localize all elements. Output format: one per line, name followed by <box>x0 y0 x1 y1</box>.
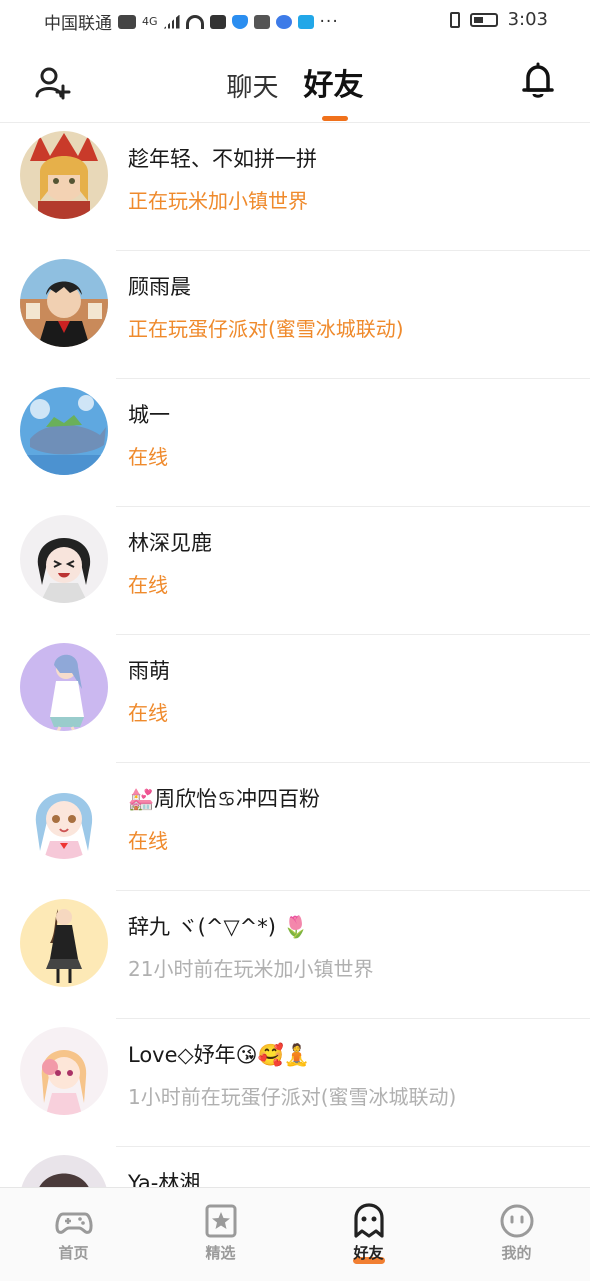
browser-icon <box>275 14 292 29</box>
friend-status: 正在玩米加小镇世界 <box>128 189 308 213</box>
friend-status: 21小时前在玩米加小镇世界 <box>128 957 374 981</box>
signal-icon <box>163 14 180 29</box>
bell-icon[interactable] <box>520 62 556 100</box>
friend-status: 在线 <box>128 701 168 725</box>
friend-name: 雨萌 <box>128 659 170 683</box>
clock: 3:03 <box>507 9 548 30</box>
friend-name: 辞九 ヾ(^▽^*) 🌷 <box>128 915 309 939</box>
more-icon: ··· <box>319 11 339 32</box>
friend-status: 在线 <box>128 573 168 597</box>
friend-row[interactable]: 趁年轻、不如拼一拼 正在玩米加小镇世界 <box>0 123 590 251</box>
tab-friends-label: 好友 <box>303 68 364 103</box>
face-icon <box>500 1204 533 1238</box>
nav-home-label: 首页 <box>58 1244 89 1262</box>
tab-friends[interactable]: 好友 <box>303 60 364 121</box>
network-label: 4G <box>142 15 158 28</box>
top-header: 聊天 好友 <box>0 40 590 123</box>
friend-name: 趁年轻、不如拼一拼 <box>128 147 317 171</box>
status-bar: 中国联通 4G ··· 3:03 <box>0 0 590 40</box>
friend-name: 城一 <box>128 403 170 427</box>
shield-icon <box>231 14 248 29</box>
nav-me[interactable]: 我的 <box>443 1188 590 1281</box>
header-tabs: 聊天 好友 <box>0 60 590 121</box>
tab-chat[interactable]: 聊天 <box>226 67 278 104</box>
gamepad-icon <box>54 1212 93 1234</box>
wifi-icon <box>185 14 204 29</box>
nav-featured[interactable]: 精选 <box>147 1188 294 1281</box>
vibrate-icon <box>449 11 460 28</box>
nav-me-label: 我的 <box>501 1244 532 1262</box>
avatar[interactable] <box>20 515 108 603</box>
friend-row[interactable]: 林深见鹿 在线 <box>0 507 590 635</box>
battery-icon <box>469 12 498 27</box>
avatar[interactable] <box>20 1155 108 1187</box>
friend-name: Love◇妤年😘🥰🧘 <box>128 1043 310 1067</box>
search-app-icon <box>297 14 314 29</box>
friend-status: 在线 <box>128 445 168 469</box>
friend-status: 在线 <box>128 829 168 853</box>
ghost-icon <box>353 1203 384 1238</box>
video-icon <box>209 14 226 29</box>
avatar[interactable] <box>20 387 108 475</box>
bottom-nav: 首页 精选 好友 我的 <box>0 1187 590 1281</box>
avatar[interactable] <box>20 899 108 987</box>
star-card-icon <box>205 1204 236 1238</box>
friend-status: 1小时前在玩蛋仔派对(蜜雪冰城联动) <box>128 1085 457 1109</box>
friend-row[interactable]: 💒周欣怡♋冲四百粉 在线 <box>0 763 590 891</box>
hd-icon <box>118 14 136 29</box>
friend-row[interactable]: Love◇妤年😘🥰🧘 1小时前在玩蛋仔派对(蜜雪冰城联动) <box>0 1019 590 1147</box>
nav-friends[interactable]: 好友 <box>295 1188 442 1281</box>
nav-featured-label: 精选 <box>205 1244 236 1262</box>
friend-row[interactable]: 辞九 ヾ(^▽^*) 🌷 21小时前在玩米加小镇世界 <box>0 891 590 1019</box>
nav-home[interactable]: 首页 <box>0 1188 147 1281</box>
tab-active-indicator <box>321 116 348 121</box>
avatar[interactable] <box>20 259 108 347</box>
avatar[interactable] <box>20 771 108 859</box>
friend-name: Ya-林湘. <box>128 1171 208 1187</box>
friend-row[interactable]: 雨萌 在线 <box>0 635 590 763</box>
app-icon <box>253 14 270 29</box>
avatar[interactable] <box>20 131 108 219</box>
friend-row[interactable]: 顾雨晨 正在玩蛋仔派对(蜜雪冰城联动) <box>0 251 590 379</box>
friend-name: 顾雨晨 <box>128 275 191 299</box>
carrier-label: 中国联通 <box>44 14 112 34</box>
nav-friends-label: 好友 <box>353 1244 384 1262</box>
friend-list[interactable]: 趁年轻、不如拼一拼 正在玩米加小镇世界 顾雨晨 正在玩蛋仔派对(蜜雪冰城联动) <box>0 123 590 1187</box>
friend-name: 💒周欣怡♋冲四百粉 <box>128 787 320 811</box>
avatar[interactable] <box>20 643 108 731</box>
friend-row[interactable]: 城一 在线 <box>0 379 590 507</box>
friend-name: 林深见鹿 <box>128 531 212 555</box>
friend-row[interactable]: Ya-林湘. <box>0 1147 590 1187</box>
avatar[interactable] <box>20 1027 108 1115</box>
friend-status: 正在玩蛋仔派对(蜜雪冰城联动) <box>128 317 404 341</box>
